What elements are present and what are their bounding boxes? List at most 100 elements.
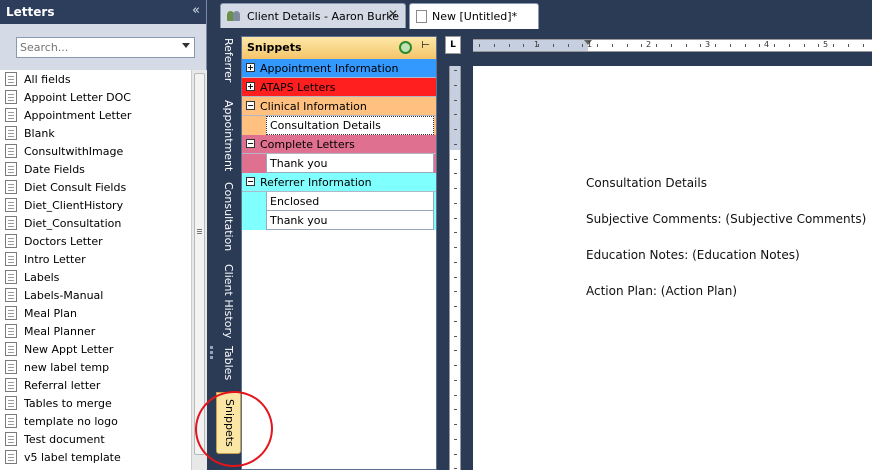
pin-icon[interactable]: ⊢ [421, 40, 430, 51]
side-tab-referrer[interactable]: Referrer [216, 38, 241, 94]
list-item[interactable]: Diet_Consultation [0, 214, 191, 232]
list-item[interactable]: New Appt Letter [0, 340, 191, 358]
list-item[interactable]: v5 label template [0, 448, 191, 466]
ruler-tick [454, 218, 457, 219]
document-line[interactable]: Education Notes: (Education Notes) [586, 248, 800, 262]
list-item[interactable]: ConsultwithImage [0, 142, 191, 160]
document-line[interactable]: Action Plan: (Action Plan) [586, 284, 737, 298]
ruler-number: 5 [823, 40, 829, 49]
ruler-tick [641, 44, 642, 47]
ruler-tick [627, 44, 628, 47]
side-tab-consultation[interactable]: Consultation [216, 182, 241, 258]
refresh-icon[interactable] [399, 41, 412, 54]
tab-new-untitled[interactable]: New [Untitled]* [409, 3, 539, 29]
snippet-item[interactable]: Thank you [266, 154, 434, 173]
ruler-tick [454, 144, 457, 145]
list-item[interactable]: new label temp [0, 358, 191, 376]
list-item[interactable]: Diet_ClientHistory [0, 196, 191, 214]
ruler-tick [454, 336, 457, 337]
list-item[interactable]: Blank [0, 124, 191, 142]
document-icon [5, 72, 17, 86]
chevron-down-icon[interactable] [182, 43, 190, 48]
list-item[interactable]: Appoint Letter DOC [0, 88, 191, 106]
list-item[interactable]: Referral letter [0, 376, 191, 394]
document-icon [5, 234, 17, 248]
snippet-group[interactable]: − Complete Letters [242, 135, 436, 154]
list-item[interactable]: Diet Consult Fields [0, 178, 191, 196]
document-icon [5, 450, 17, 464]
expand-icon[interactable]: + [246, 63, 255, 72]
double-chevron-left-icon[interactable]: « [192, 3, 200, 18]
side-tab-tables[interactable]: Tables [216, 346, 241, 386]
list-item[interactable]: Labels [0, 268, 191, 286]
document-icon [5, 288, 17, 302]
ruler-tick [454, 306, 457, 307]
list-item[interactable]: Tables to merge [0, 394, 191, 412]
list-item-label: Labels-Manual [24, 288, 104, 302]
snippet-group-label: Clinical Information [260, 99, 367, 113]
document-icon [5, 180, 17, 194]
list-item[interactable]: Intro Letter [0, 250, 191, 268]
snippet-group[interactable]: + ATAPS Letters [242, 78, 436, 97]
snippet-item[interactable]: Thank you [266, 211, 434, 230]
tab-client-details[interactable]: Client Details - Aaron Burke ✕ [220, 3, 406, 28]
ruler-tick [454, 129, 457, 130]
list-item[interactable]: Meal Plan [0, 304, 191, 322]
list-item[interactable]: Date Fields [0, 160, 191, 178]
close-icon[interactable]: ✕ [388, 7, 398, 21]
ruler-tick [454, 232, 457, 233]
snippet-group[interactable]: + Appointment Information [242, 59, 436, 78]
snippets-tree: + Appointment Information + ATAPS Letters − C… [242, 59, 436, 230]
ruler-tick [454, 277, 457, 278]
tab-label: New [Untitled]* [432, 10, 518, 23]
expand-icon[interactable]: + [246, 82, 255, 91]
document-tabs: Client Details - Aaron Burke ✕ New [Unti… [216, 0, 872, 29]
snippet-item[interactable]: Consultation Details [266, 116, 434, 135]
horizontal-ruler[interactable]: 11234567 [473, 39, 872, 52]
snippets-title: Snippets [247, 41, 302, 54]
side-tab-appointment[interactable]: Appointment [216, 100, 241, 176]
list-item[interactable]: Doctors Letter [0, 232, 191, 250]
list-item-label: New Appt Letter [24, 342, 114, 356]
ruler-tick [804, 44, 805, 47]
list-item[interactable]: Labels-Manual [0, 286, 191, 304]
letters-header: Letters « [0, 0, 206, 24]
list-item-label: Referral letter [24, 378, 101, 392]
snippet-group-label: Referrer Information [260, 175, 372, 189]
ruler-tick [454, 350, 457, 351]
document-icon [5, 162, 17, 176]
ruler-tick [454, 159, 457, 160]
tab-stop-selector[interactable]: L [445, 36, 461, 54]
list-item[interactable]: All fields [0, 70, 191, 88]
grip-icon [197, 229, 202, 230]
document-page[interactable]: Consultation Details Subjective Comments… [473, 66, 872, 470]
list-item[interactable]: Meal Planner [0, 322, 191, 340]
snippet-group[interactable]: − Clinical Information [242, 97, 436, 116]
ruler-tick [454, 365, 457, 366]
collapse-icon[interactable]: − [246, 177, 255, 186]
vertical-ruler[interactable] [449, 66, 461, 470]
collapse-icon[interactable]: − [246, 139, 255, 148]
list-item-label: Doctors Letter [24, 234, 103, 248]
ruler-tick [454, 380, 457, 381]
collapse-icon[interactable]: − [246, 101, 255, 110]
list-item[interactable]: Test document [0, 430, 191, 448]
document-line[interactable]: Consultation Details [586, 176, 707, 190]
list-item[interactable]: template no logo [0, 412, 191, 430]
ruler-tick [848, 44, 849, 47]
document-icon [5, 90, 17, 104]
scrollbar-thumb[interactable] [194, 73, 205, 455]
search-input[interactable] [17, 38, 175, 57]
snippet-group[interactable]: − Referrer Information [242, 173, 436, 192]
ruler-tick [454, 247, 457, 248]
snippet-item[interactable]: Enclosed [266, 192, 434, 211]
document-icon [5, 378, 17, 392]
ruler-tick [863, 44, 864, 47]
ruler-tick [538, 44, 539, 47]
list-item-label: Date Fields [24, 162, 85, 176]
search-box[interactable] [16, 37, 195, 58]
document-line[interactable]: Subjective Comments: (Subjective Comment… [586, 212, 866, 226]
side-tab-client-history[interactable]: Client History [216, 264, 241, 340]
list-item-label: Meal Planner [24, 324, 96, 338]
list-item[interactable]: Appointment Letter [0, 106, 191, 124]
